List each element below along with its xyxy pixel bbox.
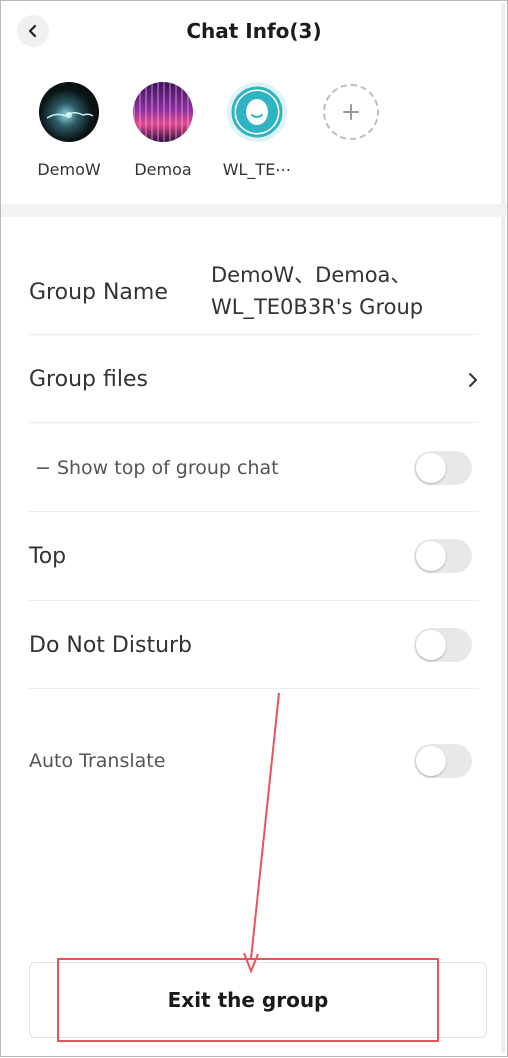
user-icon — [231, 86, 283, 138]
add-member-circle — [323, 84, 379, 140]
scrollbar[interactable] — [501, 3, 505, 1053]
avatar — [133, 82, 193, 142]
top-toggle[interactable] — [414, 539, 472, 573]
show-top-label: − Show top of group chat — [35, 457, 279, 479]
member-item[interactable]: Demoa — [123, 82, 203, 179]
divider — [29, 688, 479, 689]
group-name-label: Group Name — [29, 280, 168, 305]
toggle-knob — [416, 630, 446, 660]
header: Chat Info(3) — [1, 1, 507, 63]
toggle-knob — [416, 746, 446, 776]
add-member-button[interactable] — [311, 82, 391, 140]
member-name: WL_TE⋯ — [222, 160, 292, 179]
avatar — [227, 82, 287, 142]
member-item[interactable]: WL_TE⋯ — [217, 82, 297, 179]
divider — [29, 422, 479, 423]
show-top-toggle[interactable] — [414, 451, 472, 485]
landscape-icon — [46, 112, 94, 119]
top-label: Top — [29, 544, 67, 569]
avatar — [39, 82, 99, 142]
dnd-label: Do Not Disturb — [29, 633, 193, 658]
group-name-line: DemoW、Demoa、 — [211, 263, 412, 287]
toggle-knob — [416, 453, 446, 483]
group-name-line: WL_TE0B3R's Group — [211, 295, 424, 319]
member-name: DemoW — [37, 160, 101, 179]
group-name-value: DemoW、Demoa、 WL_TE0B3R's Group — [211, 259, 423, 323]
page-title: Chat Info(3) — [186, 19, 322, 43]
divider — [29, 511, 479, 512]
section-separator — [1, 204, 507, 217]
chevron-right-icon — [469, 373, 477, 387]
toggle-knob — [416, 541, 446, 571]
exit-group-button[interactable]: Exit the group — [57, 958, 439, 1042]
member-item[interactable]: DemoW — [29, 82, 109, 179]
auto-translate-label: Auto Translate — [29, 750, 166, 772]
plus-icon — [343, 104, 359, 120]
divider — [29, 600, 479, 601]
member-name: Demoa — [134, 160, 192, 179]
dnd-toggle[interactable] — [414, 628, 472, 662]
auto-translate-toggle[interactable] — [414, 744, 472, 778]
group-files-label: Group files — [29, 367, 148, 392]
divider — [29, 334, 479, 335]
